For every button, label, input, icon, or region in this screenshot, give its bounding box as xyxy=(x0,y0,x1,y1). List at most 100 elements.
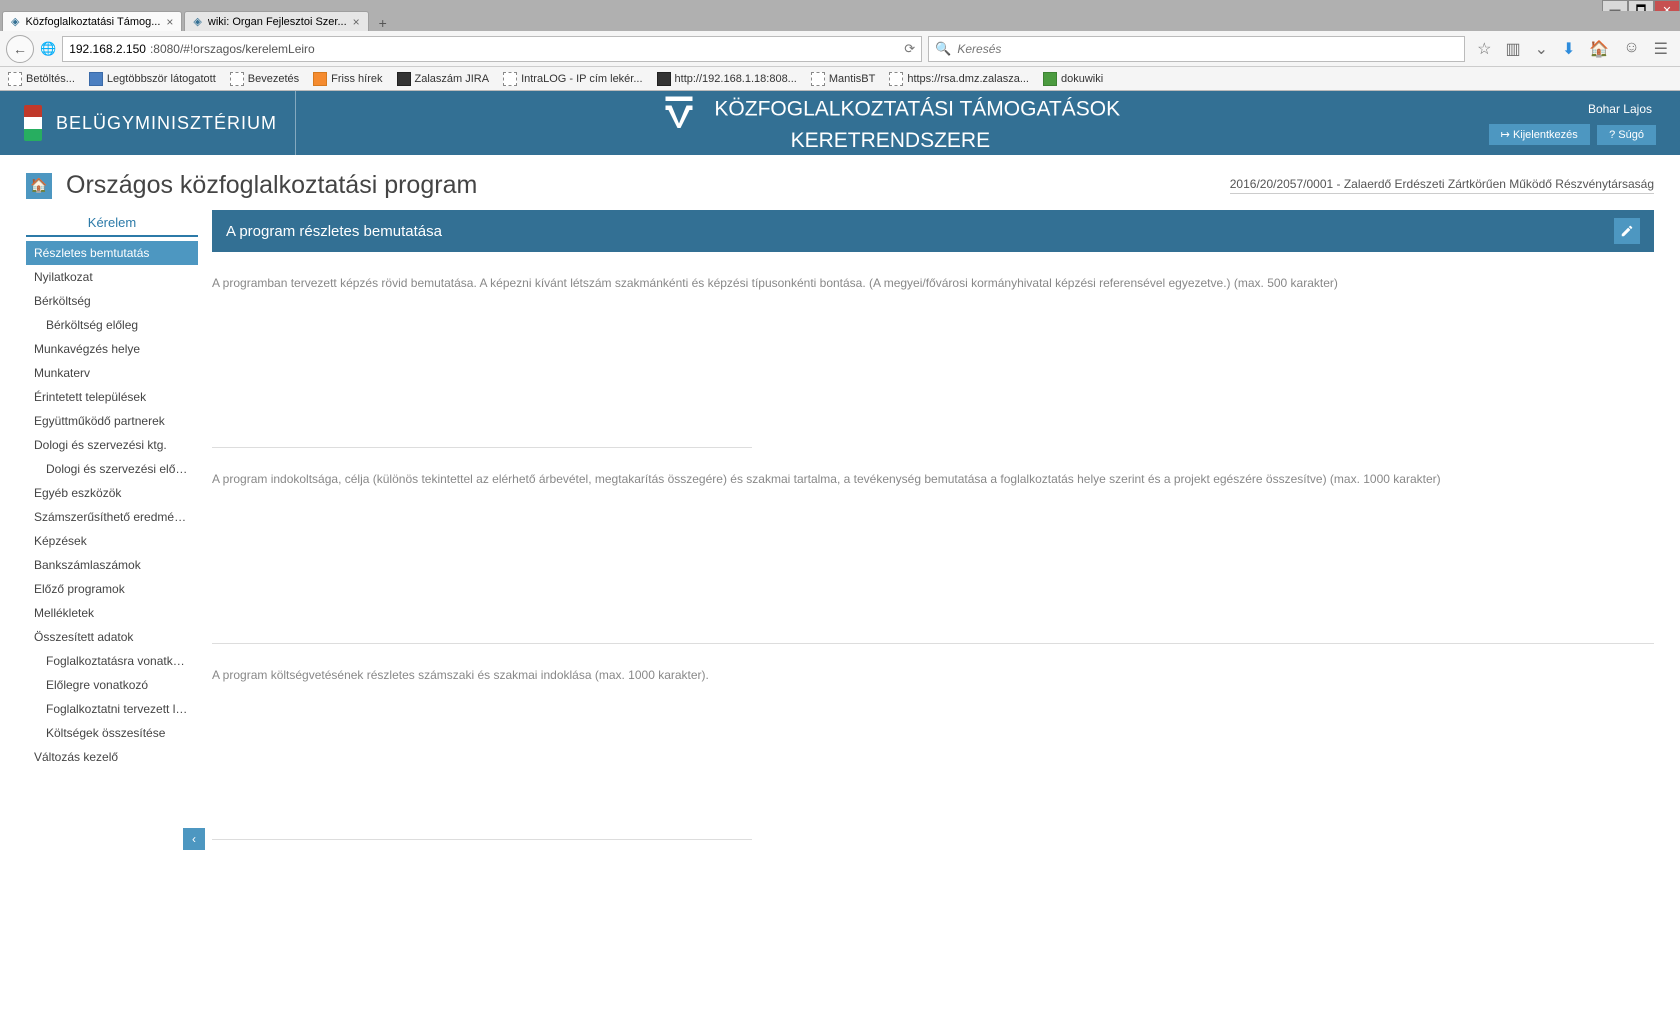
edit-button[interactable] xyxy=(1614,218,1640,244)
menu-icon[interactable]: ☰ xyxy=(1654,39,1668,59)
pocket-icon[interactable]: ⌄ xyxy=(1535,39,1548,59)
url-rest: :8080/#!orszagos/kerelemLeiro xyxy=(150,42,900,56)
bookmark-favicon-icon xyxy=(811,72,825,86)
browser-tab[interactable]: ◈wiki: Organ Fejlesztoi Szer...× xyxy=(184,11,368,31)
sidebar-item[interactable]: Számszerűsíthető eredmény... xyxy=(26,505,198,529)
bookmark-item[interactable]: Friss hírek xyxy=(313,72,382,86)
main-layout: Kérelem Részletes bemtutatásNyilatkozatB… xyxy=(0,210,1680,870)
sidebar-item[interactable]: Munkaterv xyxy=(26,361,198,385)
sidebar-item[interactable]: Előző programok xyxy=(26,577,198,601)
bookmark-favicon-icon xyxy=(503,72,517,86)
bookmark-star-icon[interactable]: ☆ xyxy=(1477,39,1491,59)
page-title-left: 🏠 Országos közfoglalkoztatási program xyxy=(26,171,477,200)
new-tab-button[interactable]: + xyxy=(371,15,395,31)
app-header: BELÜGYMINISZTÉRIUM KÖZFOGLALKOZTATÁSI TÁ… xyxy=(0,91,1680,155)
bookmark-item[interactable]: http://192.168.1.18:808... xyxy=(657,72,797,86)
section-label: A program költségvetésének részletes szá… xyxy=(212,668,1654,682)
sidebar-item[interactable]: Bérköltség előleg xyxy=(26,313,198,337)
bookmark-item[interactable]: dokuwiki xyxy=(1043,72,1103,86)
search-bar[interactable]: 🔍 xyxy=(928,36,1465,62)
sidebar-item[interactable]: Munkavégzés helye xyxy=(26,337,198,361)
nav-back-button[interactable]: ← xyxy=(6,35,34,63)
panel-header: A program részletes bemutatása xyxy=(212,210,1654,252)
tab-close-icon[interactable]: × xyxy=(353,15,360,29)
sidebar-item[interactable]: Dologi és szervezési előleg xyxy=(26,457,198,481)
bookmark-item[interactable]: MantisBT xyxy=(811,72,875,86)
sidebar-item[interactable]: Dologi és szervezési ktg. xyxy=(26,433,198,457)
sidebar-item[interactable]: Költségek összesítése xyxy=(26,721,198,745)
page-title: Országos közfoglalkoztatási program xyxy=(66,171,477,200)
bookmark-label: Friss hírek xyxy=(331,73,382,85)
sidebar-item[interactable]: Egyéb eszközök xyxy=(26,481,198,505)
section-textarea[interactable] xyxy=(212,494,1654,644)
url-host: 192.168.2.150 xyxy=(69,42,146,56)
bookmark-label: http://192.168.1.18:808... xyxy=(675,73,797,85)
bookmarks-bar: Betöltés... Legtöbbször látogatott Bevezet… xyxy=(0,67,1680,91)
reload-icon[interactable]: ⟳ xyxy=(904,41,915,57)
help-button[interactable]: ? Súgó xyxy=(1597,125,1656,145)
nav-icons: ☆ ▥ ⌄ ⬇ 🏠 ☺ ☰ xyxy=(1471,39,1674,59)
bookmark-label: Zalaszám JIRA xyxy=(415,73,490,85)
sidebar-item[interactable]: Foglalkoztatásra vonatkozó xyxy=(26,649,198,673)
pencil-icon xyxy=(1620,224,1634,238)
home-button[interactable]: 🏠 xyxy=(26,173,52,199)
search-input[interactable] xyxy=(957,42,1458,56)
search-icon: 🔍 xyxy=(935,41,951,57)
bookmark-label: MantisBT xyxy=(829,73,875,85)
app-title-line1: KÖZFOGLALKOZTATÁSI TÁMOGATÁSOK xyxy=(714,97,1120,120)
browser-tab[interactable]: ◈ Közfoglalkoztatási Támog... × xyxy=(2,11,182,31)
content: A program részletes bemutatása A program… xyxy=(212,210,1654,840)
bookmark-label: Legtöbbször látogatott xyxy=(107,73,216,85)
sidebar-item[interactable]: Előlegre vonatkozó xyxy=(26,673,198,697)
sidebar-item[interactable]: Képzések xyxy=(26,529,198,553)
window-titlebar xyxy=(0,0,1680,11)
bookmark-label: Bevezetés xyxy=(248,73,299,85)
sidebar-item[interactable]: Bérköltség xyxy=(26,289,198,313)
sidebar: Kérelem Részletes bemtutatásNyilatkozatB… xyxy=(26,210,198,840)
page-reference: 2016/20/2057/0001 - Zalaerdő Erdészeti Z… xyxy=(1230,177,1654,194)
sidebar-item[interactable]: Együttműködő partnerek xyxy=(26,409,198,433)
sidebar-item[interactable]: Változás kezelő xyxy=(26,745,198,769)
app-header-center: KÖZFOGLALKOZTATÁSI TÁMOGATÁSOK KERETREND… xyxy=(296,92,1485,154)
section-textarea[interactable] xyxy=(212,690,752,840)
bookmark-favicon-icon xyxy=(397,72,411,86)
app-title-line2: KERETRENDSZERE xyxy=(791,129,991,152)
crest-icon xyxy=(24,105,42,141)
bookmark-item[interactable]: Zalaszám JIRA xyxy=(397,72,490,86)
reading-list-icon[interactable]: ▥ xyxy=(1505,39,1520,59)
sidebar-item[interactable]: Összesített adatok xyxy=(26,625,198,649)
url-bar[interactable]: 192.168.2.150 :8080/#!orszagos/kerelemLei… xyxy=(62,36,922,62)
app-logo-icon xyxy=(661,92,697,128)
sidebar-item[interactable]: Érintetett települések xyxy=(26,385,198,409)
bookmark-item[interactable]: Bevezetés xyxy=(230,72,299,86)
user-name: Bohar Lajos xyxy=(1485,102,1656,116)
bookmark-favicon-icon xyxy=(230,72,244,86)
logout-button[interactable]: ↦ Kijelentkezés xyxy=(1489,124,1590,145)
tab-title: Közfoglalkoztatási Támog... xyxy=(25,16,160,28)
smiley-icon[interactable]: ☺ xyxy=(1623,39,1639,59)
sidebar-item[interactable]: Mellékletek xyxy=(26,601,198,625)
globe-icon: 🌐 xyxy=(40,41,56,57)
bookmark-item[interactable]: Betöltés... xyxy=(8,72,75,86)
section-textarea[interactable] xyxy=(212,298,752,448)
bookmark-item[interactable]: https://rsa.dmz.zalasza... xyxy=(889,72,1029,86)
tab-favicon-icon: ◈ xyxy=(11,15,19,28)
app-header-right: Bohar Lajos ↦ Kijelentkezés ? Súgó xyxy=(1485,102,1656,145)
bookmark-label: IntraLOG - IP cím lekér... xyxy=(521,73,642,85)
sidebar-item[interactable]: Részletes bemtutatás xyxy=(26,241,198,265)
browser-tabs: ◈Közfoglalkoztatási Támog...×◈wiki: Orga… xyxy=(0,11,1680,31)
sidebar-item[interactable]: Foglalkoztatni tervezett lét... xyxy=(26,697,198,721)
bookmark-favicon-icon xyxy=(313,72,327,86)
bookmark-item[interactable]: Legtöbbször látogatott xyxy=(89,72,216,86)
nav-toolbar: ← 🌐 192.168.2.150 :8080/#!orszagos/kerele… xyxy=(0,31,1680,67)
bookmark-item[interactable]: IntraLOG - IP cím lekér... xyxy=(503,72,642,86)
sidebar-item[interactable]: Nyilatkozat xyxy=(26,265,198,289)
sidebar-collapse-button[interactable]: ‹ xyxy=(183,828,205,850)
home-icon[interactable]: 🏠 xyxy=(1589,39,1609,59)
page-title-row: 🏠 Országos közfoglalkoztatási program 20… xyxy=(0,155,1680,210)
tab-close-icon[interactable]: × xyxy=(166,15,173,29)
sidebar-header[interactable]: Kérelem xyxy=(26,210,198,237)
bookmark-label: Betöltés... xyxy=(26,73,75,85)
sidebar-item[interactable]: Bankszámlaszámok xyxy=(26,553,198,577)
downloads-icon[interactable]: ⬇ xyxy=(1562,39,1575,59)
